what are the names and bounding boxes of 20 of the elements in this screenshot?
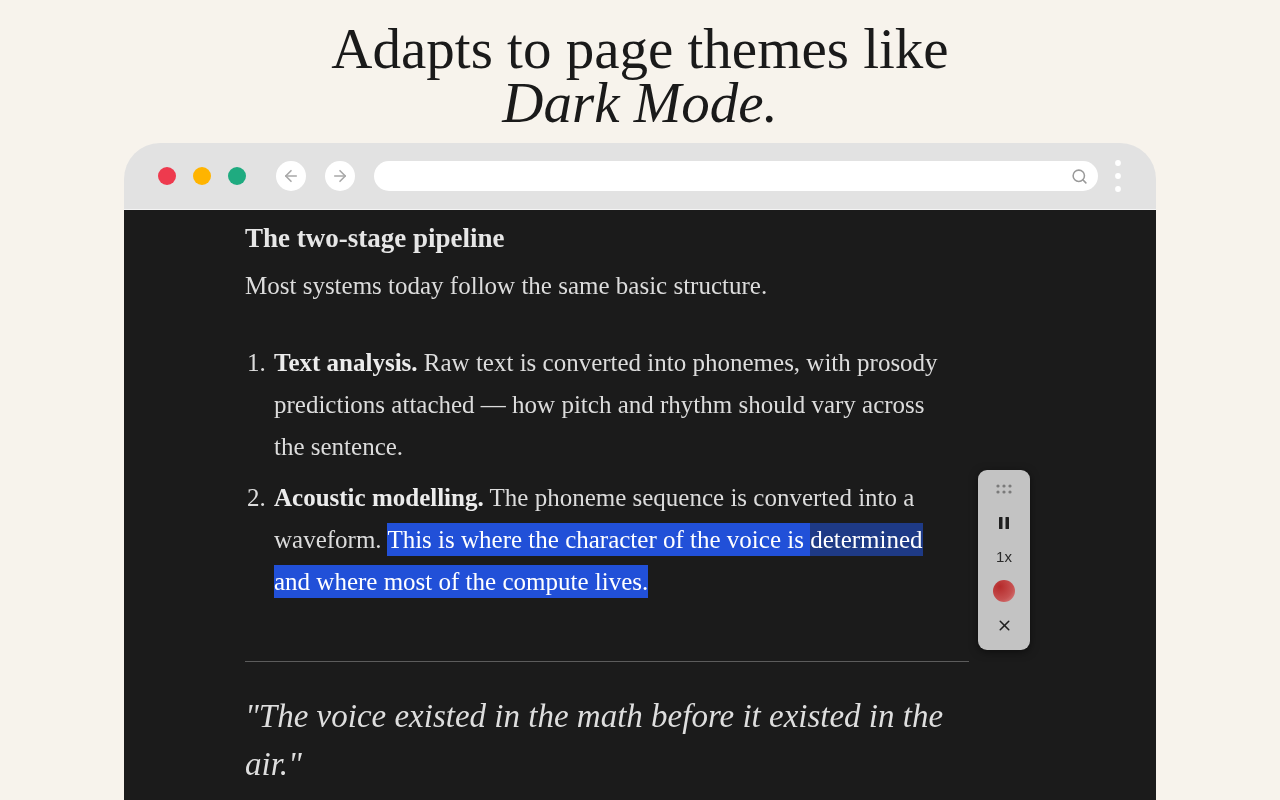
list-number: 1. xyxy=(246,348,267,378)
back-button[interactable] xyxy=(276,161,306,191)
headline: Adapts to page themes like Dark Mode. xyxy=(330,22,950,130)
drag-handle-icon[interactable] xyxy=(996,484,1012,494)
kebab-menu-icon[interactable] xyxy=(1115,160,1121,192)
window-maximize-icon[interactable] xyxy=(228,167,246,185)
list-item-text: Acoustic modelling. The phoneme sequence is converted into a waveform. This is where the character of the voice is determined and where most of the compute lives. xyxy=(274,477,948,603)
intro-paragraph: Most systems today follow the same basic structure. xyxy=(245,271,769,301)
speed-button[interactable]: 1x xyxy=(987,540,1021,574)
window-minimize-icon[interactable] xyxy=(193,167,211,185)
forward-button[interactable] xyxy=(325,161,355,191)
pull-quote: "The voice existed in the math before it existed in the air." xyxy=(245,697,945,784)
search-icon[interactable] xyxy=(1071,167,1088,185)
forward-arrow-icon xyxy=(331,167,349,185)
section-heading: The two-stage pipeline xyxy=(245,222,506,254)
list-number: 2. xyxy=(246,483,267,513)
list-item-text: Text analysis. Raw text is converted into phonemes, with prosody predictions attached — how pitch and rhythm should vary across the sentence. xyxy=(274,348,939,462)
address-field[interactable] xyxy=(374,161,1098,191)
orb-icon xyxy=(993,580,1015,602)
window-close-icon[interactable] xyxy=(158,167,176,185)
